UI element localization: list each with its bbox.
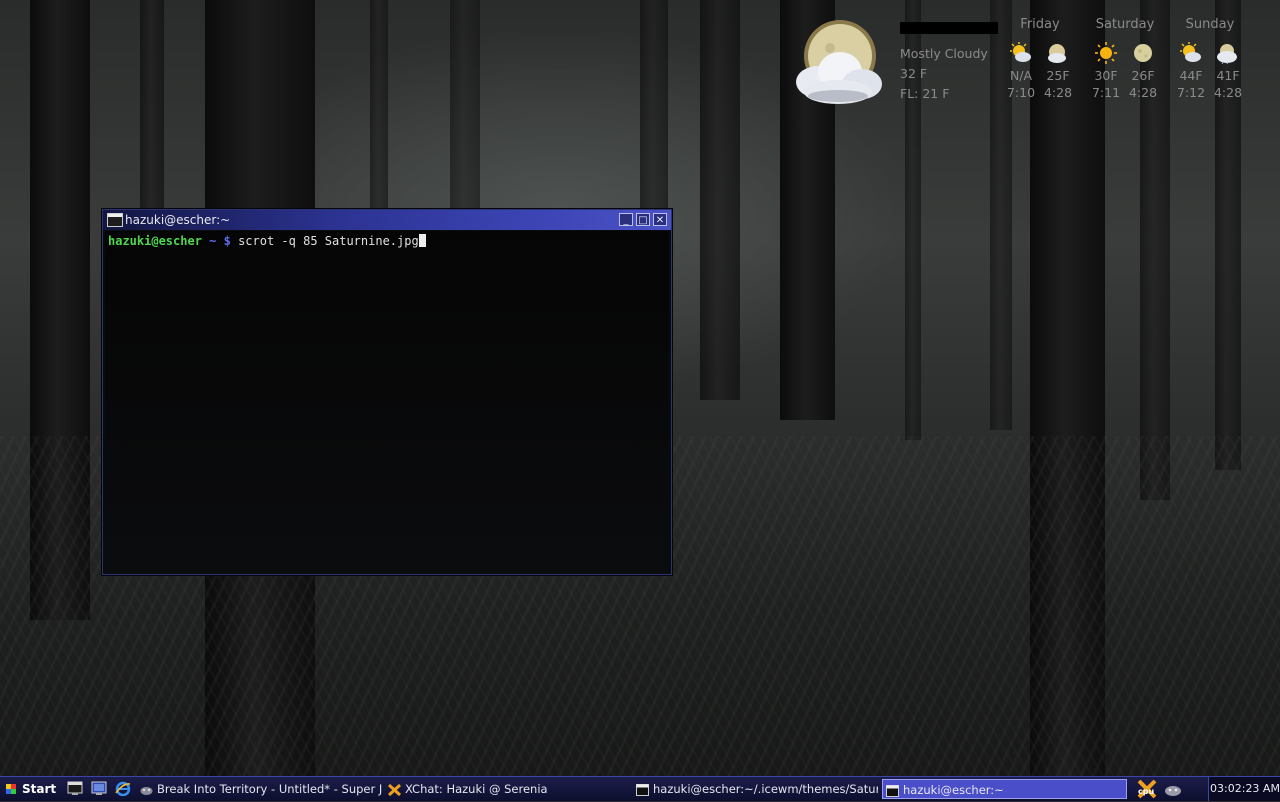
terminal-content[interactable]: hazuki@escher ~ $ scrot -q 85 Saturnine.… (105, 231, 669, 572)
close-button[interactable]: ✕ (653, 213, 667, 226)
start-button[interactable]: Start (2, 779, 58, 799)
start-logo-icon (6, 784, 16, 794)
command-text: scrot -q 85 Saturnine.jpg (238, 234, 419, 248)
cloudy-night-icon (1046, 42, 1068, 64)
taskbar: Start Break Into Territory - Untitled* -… (0, 776, 1280, 801)
task-label: XChat: Hazuki @ Serenia (405, 782, 548, 796)
cloudy-night-icon (790, 16, 886, 108)
terminal-icon (886, 783, 899, 797)
task-label: Break Into Territory - Untitled* - Super… (157, 782, 382, 796)
weather-condition: Mostly Cloudy (900, 46, 988, 61)
prompt-path: ~ $ (209, 234, 231, 248)
taskbar-task[interactable]: XChat: Hazuki @ Serenia (385, 779, 630, 799)
weather-day-name: Saturday (1095, 17, 1155, 32)
minimize-button[interactable]: _ (619, 213, 633, 226)
clock[interactable]: 03:02:23 AM (1208, 777, 1280, 801)
weather-feels-like: FL: 21 F (900, 86, 950, 101)
partly-cloudy-icon (1180, 42, 1202, 64)
maximize-button[interactable]: □ (636, 213, 650, 226)
taskbar-task[interactable]: hazuki@escher:~/.icewm/themes/Satur... (633, 779, 878, 799)
weather-day-name: Friday (1020, 17, 1060, 32)
weather-low-value: 26F (1131, 68, 1155, 83)
tray-spacer (1186, 779, 1206, 799)
weather-sunrise: 7:12 (1176, 85, 1206, 100)
weather-high-value: N/A (1009, 68, 1033, 83)
window-list-icon[interactable] (91, 781, 107, 796)
game-icon (140, 782, 153, 795)
weather-location-bar (900, 22, 998, 34)
weather-sunrise: 7:10 (1006, 85, 1036, 100)
show-desktop-icon[interactable] (67, 781, 83, 796)
weather-temp: 32 F (900, 66, 928, 81)
window-titlebar[interactable]: hazuki@escher:~ _ □ ✕ (103, 210, 671, 230)
browser-icon[interactable] (115, 781, 131, 797)
terminal-window[interactable]: hazuki@escher:~ _ □ ✕ hazuki@escher ~ $ … (102, 209, 672, 575)
start-label: Start (22, 782, 57, 796)
desktop[interactable]: Mostly Cloudy 32 F FL: 21 F Friday N/A 7… (0, 0, 1280, 776)
taskbar-task-active[interactable]: hazuki@escher:~ (882, 779, 1127, 799)
weather-high: 44F 7:12 (1171, 67, 1211, 101)
task-label: hazuki@escher:~/.icewm/themes/Satur... (653, 782, 878, 796)
weather-high: 30F 7:11 (1086, 67, 1126, 101)
weather-high-value: 44F (1179, 68, 1203, 83)
weather-sunset: 4:28 (1043, 85, 1073, 100)
weather-sunrise: 7:11 (1091, 85, 1121, 100)
weather-high: N/A 7:10 (1001, 67, 1041, 101)
xchat-icon (387, 782, 402, 797)
weather-low: 25F 4:28 (1038, 67, 1078, 101)
weather-low: 41F 4:28 (1208, 67, 1248, 101)
taskbar-task[interactable]: Break Into Territory - Untitled* - Super… (137, 779, 382, 799)
wallpaper-tree (700, 0, 740, 400)
weather-widget: Mostly Cloudy 32 F FL: 21 F Friday N/A 7… (790, 12, 1260, 107)
xchat-tray-icon[interactable]: cpu (1136, 779, 1160, 799)
weather-high-value: 30F (1094, 68, 1118, 83)
weather-sunset: 4:28 (1128, 85, 1158, 100)
task-label: hazuki@escher:~ (903, 783, 1004, 797)
weather-current: Mostly Cloudy 32 F FL: 21 F (900, 44, 988, 104)
weather-low: 26F 4:28 (1123, 67, 1163, 101)
network-tray-icon[interactable] (1162, 779, 1184, 799)
weather-day-name: Sunday (1185, 17, 1235, 32)
window-title: hazuki@escher:~ (125, 213, 231, 227)
sun-icon (1095, 42, 1117, 64)
text-cursor (418, 234, 426, 247)
terminal-icon (636, 782, 649, 796)
cloudy-night-icon (1216, 42, 1238, 65)
partly-cloudy-icon (1010, 42, 1032, 64)
terminal-icon[interactable] (107, 213, 123, 227)
weather-sunset: 4:28 (1213, 85, 1243, 100)
prompt-user: hazuki@escher (108, 234, 202, 248)
weather-low-value: 25F (1046, 68, 1070, 83)
moon-icon (1132, 42, 1154, 64)
cpu-tray-label: cpu (1138, 787, 1154, 796)
weather-low-value: 41F (1216, 68, 1240, 83)
